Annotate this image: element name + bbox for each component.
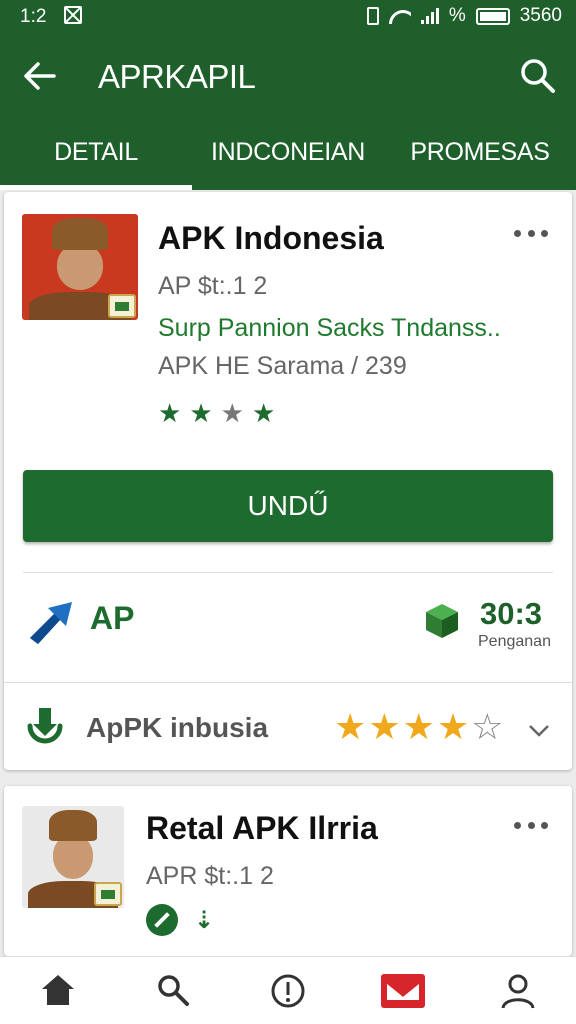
wifi-icon [389,8,411,24]
cube-icon [426,604,458,638]
review-star-rating[interactable]: ★ ★ ★ ★ ☆ [334,706,503,748]
app-name: Retal APK Ilrria [146,810,378,846]
star-icon: ★ [251,398,276,428]
bottom-navigation [0,956,576,1024]
thumbnail-face [52,834,94,880]
profile-icon [501,974,535,1009]
star-icon: ★ [402,706,435,747]
nav-mail[interactable] [346,957,461,1024]
home-icon [41,975,74,1005]
app-version: APR $t:.1 2 [146,862,274,890]
nav-home[interactable] [0,957,115,1024]
app-thumbnail[interactable] [22,806,124,908]
thumbnail-cap [48,810,98,841]
stat-caption: Penganan [478,633,551,650]
search-icon [158,975,189,1006]
plug-icon: ⇣ [194,907,215,934]
edit-icon[interactable] [146,904,178,936]
thumbnail-badge-icon [94,882,122,906]
status-icons: % 3560 [366,5,562,27]
back-arrow-icon[interactable] [22,58,58,94]
star-icon: ★ [220,398,244,428]
arrow-logo-icon [30,602,72,644]
tab-bar: DETAIL INDCONEIAN PROMESAS [0,118,576,190]
nav-search[interactable] [115,957,230,1024]
thumbnail-badge-icon [108,294,136,318]
nav-profile[interactable] [461,957,576,1024]
star-icon: ★ [436,706,470,747]
nav-info[interactable] [230,957,345,1024]
divider [23,572,553,573]
tab-detail[interactable]: DETAIL [0,118,192,190]
app-card-secondary[interactable]: Retal APK Ilrria APR $t:.1 2 ⇣ [4,786,572,956]
stat-value: 30:3 [480,596,543,631]
vibrate-icon [366,7,379,25]
app-version: AP $t:.1 2 [158,272,268,300]
app-title: APRKAPIL [98,58,256,95]
more-options-icon[interactable] [514,230,548,242]
star-icon: ★ [189,398,213,428]
thumbnail-cap [52,218,108,251]
signal-icon [420,8,439,24]
notification-icon [64,6,82,24]
stat-label: AP [90,600,135,636]
app-star-rating: ★ ★ ★ ★ [158,398,275,429]
app-thumbnail[interactable] [22,214,138,320]
mail-icon [381,974,426,1008]
download-icon[interactable] [24,706,66,750]
battery-icon [475,7,510,25]
app-name: APK Indonesia [158,220,384,256]
info-icon [271,974,305,1008]
tab-indconeian[interactable]: INDCONEIAN [192,118,384,190]
tab-promesas[interactable]: PROMESAS [384,118,576,190]
install-button[interactable]: UNDŰ [23,470,553,542]
more-options-icon[interactable] [514,822,548,834]
status-clock-right: 3560 [519,5,562,26]
status-time: 1:2 [20,6,47,27]
search-icon[interactable] [518,56,558,96]
review-label: ApPK inbusia [86,712,269,743]
battery-percent: % [448,5,466,26]
thumbnail-face [56,243,104,291]
star-outline-icon: ☆ [471,706,504,747]
app-developer: APK HE Sarama / 239 [158,352,407,380]
chevron-down-icon[interactable] [528,724,550,738]
star-icon: ★ [368,706,401,747]
status-bar: 1:2 % 3560 [0,0,576,34]
app-bar: APRKAPIL [0,34,576,118]
divider [4,682,572,683]
app-card-primary: APK Indonesia AP $t:.1 2 Surp Pannion Sa… [4,192,572,770]
star-icon: ★ [158,398,182,428]
star-icon: ★ [334,706,367,747]
app-tagline: Surp Pannion Sacks Tndanss.. [158,314,501,342]
